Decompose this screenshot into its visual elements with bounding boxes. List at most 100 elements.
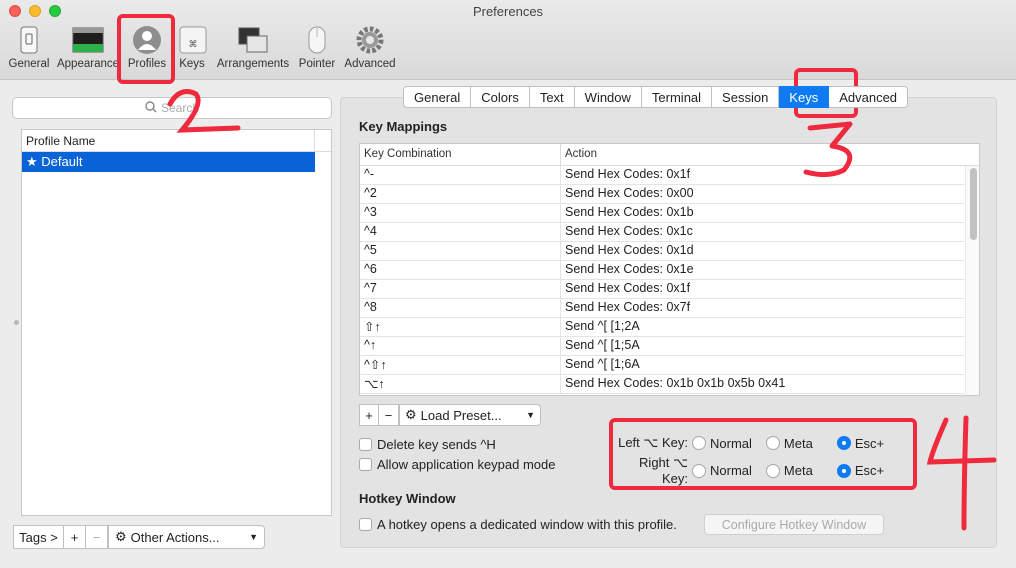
key-combination-cell: ^3 — [360, 204, 561, 222]
key-mapping-row[interactable]: ^5 Send Hex Codes: 0x1d — [360, 242, 964, 261]
key-mapping-row[interactable]: ⇧↑ Send ^[ [1;2A — [360, 318, 964, 337]
split-view-divider-handle[interactable] — [14, 320, 19, 325]
key-mapping-row[interactable]: ⌥↑ Send Hex Codes: 0x1b 0x1b 0x5b 0x41 — [360, 375, 964, 394]
key-mapping-row[interactable]: ^8 Send Hex Codes: 0x7f — [360, 299, 964, 318]
action-cell: Send Hex Codes: 0x1f — [565, 281, 691, 295]
key-combination-cell: ^5 — [360, 242, 561, 260]
key-combination-cell: ^4 — [360, 223, 561, 241]
tab-text[interactable]: Text — [529, 86, 575, 108]
checkbox-box[interactable] — [359, 458, 372, 471]
application-keypad-mode-checkbox[interactable]: Allow application keypad mode — [359, 457, 556, 472]
key-mapping-row[interactable]: ^4 Send Hex Codes: 0x1c — [360, 223, 964, 242]
search-icon — [145, 100, 157, 116]
other-actions-popup[interactable]: ⚙ Other Actions... ▼ — [108, 525, 265, 549]
toolbar-pointer[interactable]: Pointer — [296, 24, 338, 76]
action-cell: Send ^[ [1;5A — [565, 338, 640, 352]
action-cell: Send Hex Codes: 0x1d — [565, 243, 694, 257]
advanced-gear-icon — [353, 24, 387, 56]
search-placeholder: Search — [160, 101, 200, 115]
add-profile-button[interactable]: + — [64, 525, 86, 549]
toolbar-general[interactable]: General — [6, 24, 52, 76]
checkbox-label: Delete key sends ^H — [377, 437, 496, 452]
tab-window[interactable]: Window — [574, 86, 642, 108]
action-column-header[interactable]: Action — [561, 144, 601, 165]
toolbar-advanced[interactable]: Advanced — [342, 24, 398, 76]
key-combination-cell: ^7 — [360, 280, 561, 298]
key-combination-cell: ⇧↑ — [360, 318, 561, 336]
tab-terminal[interactable]: Terminal — [641, 86, 713, 108]
chevron-down-icon: ▼ — [526, 410, 535, 420]
profile-search-field[interactable]: Search — [12, 97, 332, 119]
other-actions-label: Other Actions... — [130, 529, 220, 545]
toolbar-appearance[interactable]: Appearance — [55, 24, 121, 76]
remove-profile-button[interactable]: − — [86, 525, 108, 549]
add-key-mapping-button[interactable]: + — [359, 404, 379, 426]
key-mappings-rows: ^- Send Hex Codes: 0x1f ^2 Send Hex Codes: … — [360, 166, 979, 394]
toolbar-arrangements[interactable]: Arrangements — [214, 24, 292, 76]
gear-icon: ⚙ — [115, 529, 127, 545]
pointer-icon — [300, 24, 334, 56]
profile-row-default[interactable]: ★ Default — [22, 152, 315, 172]
key-mapping-row[interactable]: ^7 Send Hex Codes: 0x1f — [360, 280, 964, 299]
key-mapping-row[interactable]: ^6 Send Hex Codes: 0x1e — [360, 261, 964, 280]
action-cell: Send Hex Codes: 0x00 — [565, 186, 694, 200]
action-cell: Send Hex Codes: 0x1e — [565, 262, 694, 276]
toolbar-keys[interactable]: ⌘ Keys — [176, 24, 208, 76]
action-cell: Send ^[ [1;2A — [565, 319, 640, 333]
keys-icon: ⌘ — [176, 24, 210, 56]
key-mappings-title: Key Mappings — [359, 119, 448, 134]
tab-advanced[interactable]: Advanced — [829, 86, 909, 108]
configure-hotkey-window-button[interactable]: Configure Hotkey Window — [704, 514, 884, 535]
load-preset-popup[interactable]: ⚙ Load Preset... ▼ — [399, 404, 541, 426]
checkbox-box[interactable] — [359, 438, 372, 451]
profile-list[interactable]: Profile Name ★ Default — [21, 129, 332, 516]
action-cell: Send ^[ [1;6A — [565, 357, 640, 371]
appearance-icon — [71, 24, 105, 56]
key-mappings-header: Key Combination Action — [360, 144, 979, 166]
key-combination-cell: ^↑ — [360, 337, 561, 355]
arrangements-icon — [236, 24, 270, 56]
key-mapping-row[interactable]: ^3 Send Hex Codes: 0x1b — [360, 204, 964, 223]
tab-session[interactable]: Session — [712, 86, 780, 108]
key-combination-cell: ^8 — [360, 299, 561, 317]
checkbox-label: A hotkey opens a dedicated window with t… — [377, 517, 677, 532]
svg-text:⌘: ⌘ — [189, 40, 198, 50]
tab-general[interactable]: General — [403, 86, 472, 108]
key-combination-cell: ^6 — [360, 261, 561, 279]
action-cell: Send Hex Codes: 0x7f — [565, 300, 691, 314]
key-combination-cell: ^- — [360, 166, 561, 184]
chevron-down-icon: ▼ — [249, 532, 258, 542]
general-icon — [12, 24, 46, 56]
key-combination-cell: ^⇧↑ — [360, 356, 561, 374]
key-mapping-row[interactable]: ^2 Send Hex Codes: 0x00 — [360, 185, 964, 204]
delete-key-sends-ctrl-h-checkbox[interactable]: Delete key sends ^H — [359, 437, 496, 452]
profile-name-column-header[interactable]: Profile Name — [22, 130, 331, 152]
tab-colors[interactable]: Colors — [471, 86, 530, 108]
checkbox-box[interactable] — [359, 518, 372, 531]
hotkey-window-title: Hotkey Window — [359, 491, 456, 506]
action-cell: Send Hex Codes: 0x1b 0x1b 0x5b 0x41 — [565, 376, 786, 390]
key-combination-column-header[interactable]: Key Combination — [360, 144, 561, 165]
gear-icon: ⚙ — [405, 407, 417, 423]
load-preset-label: Load Preset... — [420, 407, 502, 423]
profile-bottom-bar: Tags > + − ⚙ Other Actions... ▼ — [13, 525, 265, 549]
key-mapping-row[interactable]: ^⇧↑ Send ^[ [1;6A — [360, 356, 964, 375]
tags-button[interactable]: Tags > — [13, 525, 64, 549]
action-cell: Send Hex Codes: 0x1c — [565, 224, 693, 238]
key-mappings-table[interactable]: Key Combination Action ^- Send Hex Codes:… — [359, 143, 980, 396]
key-combination-cell: ⌥↑ — [360, 375, 561, 393]
action-cell: Send Hex Codes: 0x1b — [565, 205, 694, 219]
key-mappings-scrollbar-thumb[interactable] — [970, 168, 977, 240]
key-mapping-row[interactable]: ^- Send Hex Codes: 0x1f — [360, 166, 964, 185]
tab-keys[interactable]: Keys — [779, 86, 830, 108]
annotation-box-option-keys — [609, 418, 917, 490]
key-mapping-row[interactable]: ^↑ Send ^[ [1;5A — [360, 337, 964, 356]
annotation-box-profiles — [117, 14, 175, 84]
key-combination-cell: ^2 — [360, 185, 561, 203]
remove-key-mapping-button[interactable]: − — [379, 404, 399, 426]
hotkey-window-checkbox[interactable]: A hotkey opens a dedicated window with t… — [359, 517, 677, 532]
action-cell: Send Hex Codes: 0x1f — [565, 167, 691, 181]
checkbox-label: Allow application keypad mode — [377, 457, 556, 472]
key-mappings-controls: + − ⚙ Load Preset... ▼ — [359, 404, 541, 426]
profile-tabs: General Colors Text Window Terminal Sess… — [403, 86, 909, 108]
